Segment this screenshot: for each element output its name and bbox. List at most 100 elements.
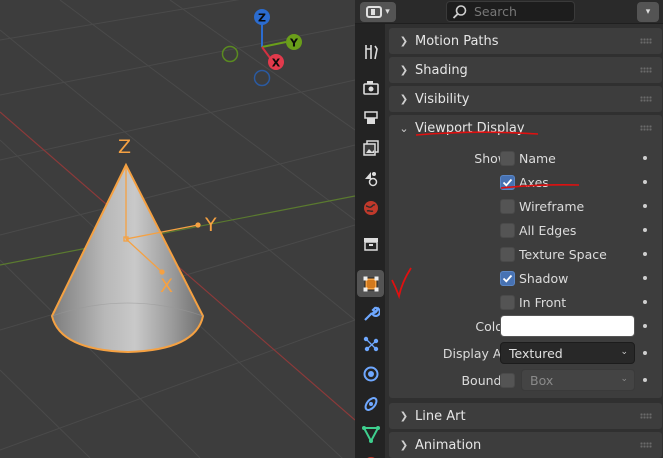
display-as-label: Display As (442, 345, 508, 361)
view-layer-tab[interactable] (357, 134, 384, 161)
show-name-checkbox[interactable] (500, 150, 515, 166)
show-in-front-checkbox[interactable] (500, 294, 515, 310)
drag-grip-icon[interactable] (640, 38, 652, 44)
keyframe-dot-icon[interactable] (643, 276, 647, 280)
collection-tab[interactable] (357, 230, 384, 257)
viewport-canvas[interactable]: Z Y X Z Y X (0, 0, 355, 458)
animation-panel[interactable]: ❯ Animation (389, 432, 662, 458)
tool-tab[interactable] (357, 38, 384, 65)
checkbox-label: Shadow (519, 270, 569, 286)
keyframe-dot-icon[interactable] (643, 300, 647, 304)
show-wireframe-row: Wireframe (389, 195, 662, 217)
data-tab[interactable] (357, 420, 384, 447)
visibility-panel[interactable]: ❯ Visibility (389, 86, 662, 112)
panel-title: Line Art (415, 408, 466, 424)
panel-header[interactable]: ❯ Visibility (389, 86, 662, 112)
viewport-display-panel: ⌄ Viewport Display Show Name Axes Wirefr… (389, 115, 662, 398)
chevron-right-icon: ❯ (399, 93, 409, 105)
checkbox-label: Name (519, 150, 556, 166)
display-as-value: Textured (509, 345, 563, 361)
shading-panel[interactable]: ❯ Shading (389, 57, 662, 83)
show-texture-space-checkbox[interactable] (500, 246, 515, 262)
bounds-checkbox[interactable] (500, 372, 515, 388)
properties-tabs (355, 24, 385, 458)
render-tab[interactable] (357, 74, 384, 101)
motion-paths-panel[interactable]: ❯ Motion Paths (389, 28, 662, 54)
chevron-down-icon: ▾ (645, 7, 651, 17)
constraints-tab[interactable] (357, 390, 384, 417)
panel-header[interactable]: ⌄ Viewport Display (389, 115, 662, 141)
render-icon (362, 80, 379, 95)
checkbox-label: Texture Space (519, 246, 607, 262)
tool-icon (364, 44, 378, 59)
keyframe-dot-icon[interactable] (643, 228, 647, 232)
modifiers-tab[interactable] (357, 300, 384, 327)
bounds-type-dropdown[interactable]: Box ⌄ (521, 369, 635, 391)
drag-grip-icon[interactable] (640, 96, 652, 102)
panel-header[interactable]: ❯ Line Art (389, 403, 662, 429)
collection-icon (363, 237, 378, 251)
cone-object[interactable] (50, 162, 205, 354)
3d-viewport[interactable]: Z Y X Z Y X (0, 0, 355, 458)
world-icon (363, 200, 378, 215)
chevron-down-icon: ⌄ (620, 347, 628, 357)
particles-icon (363, 336, 378, 351)
display-as-dropdown[interactable]: Textured ⌄ (500, 342, 635, 364)
keyframe-dot-icon[interactable] (643, 351, 647, 355)
panel-header[interactable]: ❯ Shading (389, 57, 662, 83)
constraints-icon (364, 396, 377, 411)
object-icon (363, 276, 378, 291)
object-tab[interactable] (357, 270, 384, 297)
drag-grip-icon[interactable] (640, 413, 652, 419)
line-art-panel[interactable]: ❯ Line Art (389, 403, 662, 429)
show-name-row: Show Name (389, 147, 662, 169)
show-all-edges-row: All Edges (389, 219, 662, 241)
particles-tab[interactable] (357, 330, 384, 357)
show-axes-checkbox[interactable] (500, 174, 515, 190)
keyframe-dot-icon[interactable] (643, 324, 647, 328)
checkbox-label: In Front (519, 294, 567, 310)
drag-grip-icon[interactable] (640, 442, 652, 448)
material-tab[interactable] (357, 450, 384, 458)
physics-tab[interactable] (357, 360, 384, 387)
show-wireframe-checkbox[interactable] (500, 198, 515, 214)
checkbox-label: Axes (519, 174, 549, 190)
chevron-right-icon: ❯ (399, 439, 409, 451)
panel-header[interactable]: ❯ Animation (389, 432, 662, 458)
chevron-right-icon: ❯ (399, 64, 409, 76)
drag-grip-icon[interactable] (640, 67, 652, 73)
panel-header[interactable]: ❯ Motion Paths (389, 28, 662, 54)
output-icon (363, 110, 378, 124)
output-tab[interactable] (357, 104, 384, 131)
keyframe-dot-icon[interactable] (643, 156, 647, 160)
checkbox-label: Wireframe (519, 198, 585, 214)
properties-editor: ▾ Search ▾ ❯ Motion Paths ❯ Shading ❯ Vi… (355, 0, 663, 458)
gizmo-y-label: Y (289, 37, 299, 50)
keyframe-dot-icon[interactable] (643, 204, 647, 208)
show-shadow-checkbox[interactable] (500, 270, 515, 286)
bounds-type-value: Box (530, 372, 554, 388)
checkmark-icon (502, 178, 513, 187)
editor-type-menu[interactable]: ▾ (360, 2, 396, 22)
world-tab[interactable] (357, 194, 384, 221)
drag-grip-icon[interactable] (640, 125, 652, 131)
object-axis-z-label: Z (118, 136, 131, 158)
options-dropdown-button[interactable]: ▾ (637, 2, 659, 22)
scene-icon (364, 171, 377, 186)
color-swatch[interactable] (500, 315, 635, 337)
search-field[interactable]: Search (446, 1, 575, 22)
show-all-edges-checkbox[interactable] (500, 222, 515, 238)
keyframe-dot-icon[interactable] (643, 180, 647, 184)
panel-title: Viewport Display (415, 120, 525, 136)
checkbox-label: All Edges (519, 222, 577, 238)
chevron-down-icon: ⌄ (620, 374, 628, 384)
keyframe-dot-icon[interactable] (643, 378, 647, 382)
physics-icon (363, 366, 378, 381)
scene-tab[interactable] (357, 164, 384, 191)
keyframe-dot-icon[interactable] (643, 252, 647, 256)
panel-title: Animation (415, 437, 482, 453)
bounds-row: Bounds Box ⌄ (389, 369, 662, 391)
show-shadow-row: Shadow (389, 267, 662, 289)
gizmo-z-label: Z (258, 12, 266, 25)
show-in-front-row: In Front (389, 291, 662, 313)
